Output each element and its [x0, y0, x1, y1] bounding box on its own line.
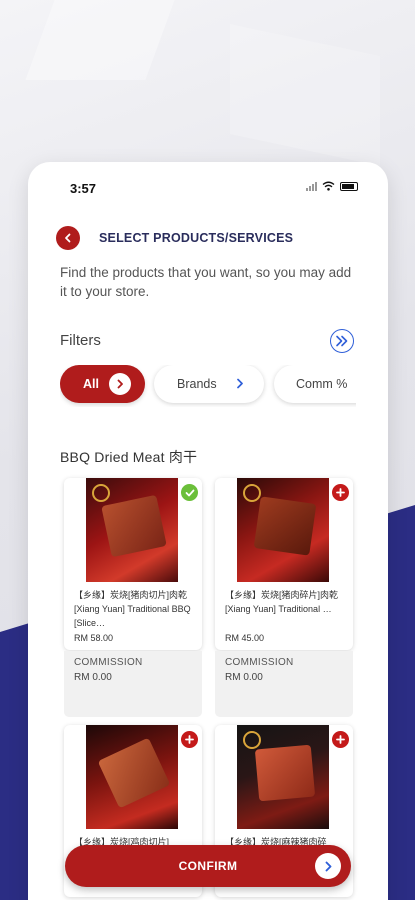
filters-label: Filters	[60, 332, 101, 349]
commission-label: COMMISSION	[225, 657, 294, 668]
filter-chip-label: All	[83, 377, 99, 391]
commission-box: COMMISSION RM 0.00	[215, 651, 353, 717]
page-description: Find the products that you want, so you …	[60, 265, 352, 299]
product-image	[237, 478, 329, 582]
product-image	[86, 725, 178, 829]
product-name: 【乡缘】炭烧[猪肉切片]肉乾 [Xiang Yuan] Traditional …	[74, 590, 191, 628]
status-time: 3:57	[70, 181, 97, 196]
filter-chip-brands[interactable]: Brands	[154, 365, 264, 403]
chevron-right-icon	[109, 373, 131, 395]
chevron-left-icon	[65, 233, 71, 243]
wifi-icon	[322, 181, 335, 191]
confirm-label: CONFIRM	[178, 859, 238, 873]
battery-icon	[340, 181, 358, 191]
status-bar: 3:57	[28, 162, 388, 206]
filters-expand-button[interactable]	[330, 329, 354, 353]
product-image	[237, 725, 329, 829]
check-icon[interactable]	[180, 483, 199, 502]
chevron-right-icon	[236, 378, 244, 392]
commission-box: COMMISSION RM 0.00	[64, 651, 202, 717]
page-title: SELECT PRODUCTS/SERVICES	[99, 231, 294, 245]
filter-chip-label: Brands	[177, 377, 217, 391]
category-title: BBQ Dried Meat 肉干	[60, 449, 198, 465]
commission-value: RM 0.00	[74, 672, 112, 683]
commission-label: COMMISSION	[74, 657, 143, 668]
page-header: SELECT PRODUCTS/SERVICES	[56, 226, 356, 250]
commission-value: RM 0.00	[225, 672, 263, 683]
product-card[interactable]: 【乡缘】炭烧[猪肉碎片]肉乾 [Xiang Yuan] Traditional …	[215, 478, 353, 650]
product-price: RM 45.00	[225, 633, 265, 643]
filter-chip-label: Comm %	[296, 377, 348, 391]
confirm-button[interactable]: CONFIRM	[65, 845, 351, 887]
back-button[interactable]	[56, 226, 80, 250]
product-card[interactable]: 【乡缘】炭烧[猪肉切片]肉乾 [Xiang Yuan] Traditional …	[64, 478, 202, 650]
filter-chip-all[interactable]: All	[60, 365, 145, 403]
filter-chips: All Brands Comm %	[60, 365, 356, 407]
product-price: RM 58.00	[74, 633, 114, 643]
phone-screen: 3:57 SELECT PRODUCTS/SERVICES Find the p…	[28, 162, 388, 900]
plus-icon[interactable]	[331, 483, 350, 502]
signal-icon	[306, 181, 317, 191]
product-image	[86, 478, 178, 582]
status-icons	[306, 181, 358, 191]
double-chevron-right-icon	[336, 335, 348, 347]
product-name: 【乡缘】炭烧[猪肉碎片]肉乾 [Xiang Yuan] Traditional …	[225, 590, 339, 614]
plus-icon[interactable]	[180, 730, 199, 749]
filter-chip-commission[interactable]: Comm %	[274, 365, 356, 403]
chevron-right-icon	[315, 853, 341, 879]
plus-icon[interactable]	[331, 730, 350, 749]
